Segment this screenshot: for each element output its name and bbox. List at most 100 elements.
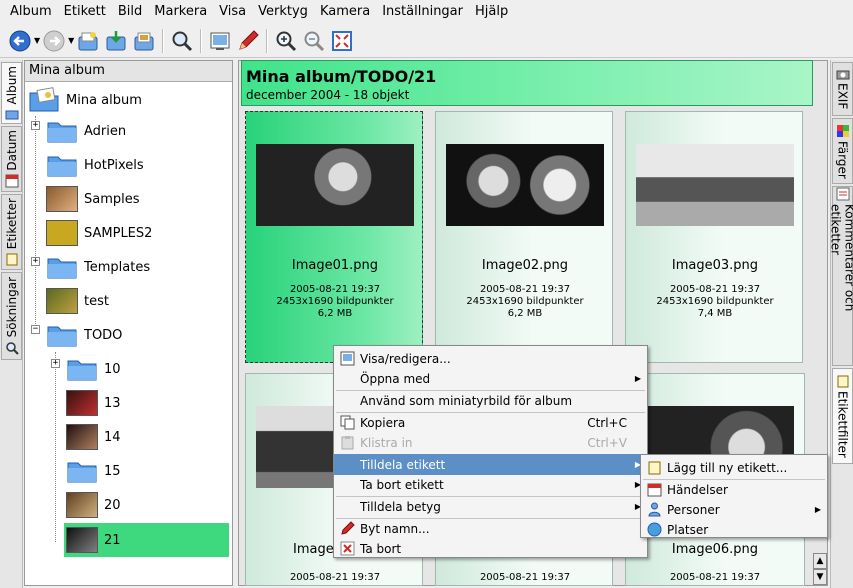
folder-icon [67,462,97,483]
copy-icon [340,415,355,430]
right-sidebar-tabs: EXIF Färger Kommentarer och etiketter Et… [829,60,853,588]
folder-icon [47,258,77,279]
tab-album[interactable]: Album [1,62,22,124]
image-meta: 2005-08-21 19:37 2453x1690 bildpunkter 6… [436,284,614,320]
image-card-1[interactable]: Image01.png 2005-08-21 19:37 2453x1690 b… [245,111,423,363]
tree-item-hotpixels[interactable]: HotPixels [46,150,144,180]
menuitem-visa-redigera[interactable]: Visa/redigera... [334,348,647,369]
delete-icon [340,541,355,556]
image-dimensions: 2453x1690 bildpunkter [656,296,774,307]
new-tag-icon [648,461,661,475]
tab-etiketter[interactable]: Etiketter [1,194,22,270]
fullscreen-icon[interactable] [328,27,356,55]
image-date: 2005-08-21 19:37 [479,572,571,583]
add-images-icon[interactable] [102,27,130,55]
submenuitem-personer[interactable]: Personer ▶ [641,499,827,520]
album-thumbnail [66,390,98,416]
tree-item-21[interactable]: 21 [66,525,121,555]
tree-label: test [84,293,109,309]
tree-item-todo[interactable]: TODO [46,320,122,350]
tree-item-samples[interactable]: Samples [46,184,140,214]
image-card-2[interactable]: Image02.png 2005-08-21 19:37 2453x1690 b… [435,111,613,363]
album-path-title: Mina album/TODO/21 [246,67,437,86]
image-card-3[interactable]: Image03.png 2005-08-21 19:37 2453x1690 b… [625,111,803,363]
expand-toggle[interactable]: + [51,359,60,368]
menuitem-label: Kopiera [360,415,406,430]
tab-farger[interactable]: Färger [832,118,853,184]
submenuitem-lagg-till-ny-etikett[interactable]: Lägg till ny etikett... [641,457,827,478]
submenuitem-platser[interactable]: Platser [641,519,827,540]
tab-datum[interactable]: Datum [1,126,22,192]
tree-item-samples2[interactable]: SAMPLES2 [46,218,152,248]
menuitem-tilldela-betyg[interactable]: Tilldela betyg ▶ [334,496,647,517]
tag-icon [6,253,17,266]
search-icon[interactable] [168,27,196,55]
tree-label: TODO [84,327,123,343]
tree-item-15[interactable]: 15 [66,456,121,486]
paste-icon [341,436,354,450]
menu-kamera[interactable]: Kamera [314,0,376,24]
tab-exif[interactable]: EXIF [832,62,853,116]
back-icon[interactable] [6,27,34,55]
tree-item-templates[interactable]: Templates [46,252,150,282]
menuitem-label: Byt namn... [360,521,430,536]
edit-icon[interactable] [234,27,262,55]
menuitem-klistra-in[interactable]: Klistra in Ctrl+V [334,432,647,453]
zoom-in-icon[interactable] [272,27,300,55]
left-sidebar-tabs: Album Datum Etiketter Sökningar [0,60,23,588]
scroll-down-button[interactable]: ▼ [813,569,827,585]
menu-installningar[interactable]: Inställningar [376,0,469,24]
forward-icon[interactable] [40,27,68,55]
menuitem-shortcut: Ctrl+V [587,435,627,450]
image-dimensions: 2453x1690 bildpunkter [276,296,394,307]
menuitem-kopiera[interactable]: Kopiera Ctrl+C [334,412,647,433]
slideshow-icon[interactable] [206,27,234,55]
menuitem-anvand-miniatyrbild[interactable]: Använd som miniatyrbild för album [334,390,647,411]
expand-toggle[interactable]: + [31,121,40,130]
menuitem-ta-bort[interactable]: Ta bort [334,538,647,559]
folder-icon [47,122,77,143]
new-album-icon[interactable] [74,27,102,55]
expand-toggle[interactable]: + [31,257,40,266]
menuitem-byt-namn[interactable]: Byt namn... [334,518,647,539]
zoom-out-icon[interactable] [300,27,328,55]
menuitem-ta-bort-etikett[interactable]: Ta bort etikett ▶ [334,474,647,495]
folder-icon [47,326,77,347]
collapse-toggle[interactable]: − [31,325,40,334]
album-thumbnail [46,186,78,212]
tab-kommentarer[interactable]: Kommentarer och etiketter [829,186,853,366]
tree-label: Mina album [66,92,142,108]
tree-item-14[interactable]: 14 [66,422,121,452]
album-properties-icon[interactable] [130,27,158,55]
image-meta: 2005-08-21 19:37 2453x1690 bildpunkter 6… [246,284,424,320]
tree-label: 20 [104,497,121,513]
tab-etikettfilter[interactable]: Etikettfilter [832,368,853,464]
tree-item-13[interactable]: 13 [66,388,121,418]
menu-verktyg[interactable]: Verktyg [252,0,314,24]
submenuitem-handelser[interactable]: Händelser [641,479,827,500]
menu-bild[interactable]: Bild [112,0,148,24]
menu-markera[interactable]: Markera [148,0,213,24]
scroll-up-button[interactable]: ▲ [813,553,827,569]
tree-item-adrien[interactable]: Adrien [46,116,126,146]
image-size: 7,4 MB [697,308,733,319]
toolbar-separator [266,28,269,53]
tree-label: SAMPLES2 [84,225,153,241]
menu-visa[interactable]: Visa [213,0,252,24]
tree-root-mina-album[interactable]: Mina album [28,85,142,115]
tab-sokningar[interactable]: Sökningar [1,272,22,360]
tree-item-10[interactable]: 10 [66,354,121,384]
menu-hjalp[interactable]: Hjälp [469,0,514,24]
image-filename: Image01.png [291,258,379,273]
menuitem-label: Använd som miniatyrbild för album [360,393,573,408]
menu-album[interactable]: Album [4,0,58,24]
calendar-icon [647,483,662,497]
image-filename: Image02.png [481,258,569,273]
menuitem-tilldela-etikett[interactable]: Tilldela etikett ▶ [334,454,647,475]
tree-item-20[interactable]: 20 [66,490,121,520]
menu-etikett[interactable]: Etikett [58,0,112,24]
menuitem-oppna-med[interactable]: Öppna med ▶ [334,368,647,389]
menuitem-label: Öppna med [360,371,431,386]
tree-item-test[interactable]: test [46,286,109,316]
album-root-icon [29,87,59,112]
